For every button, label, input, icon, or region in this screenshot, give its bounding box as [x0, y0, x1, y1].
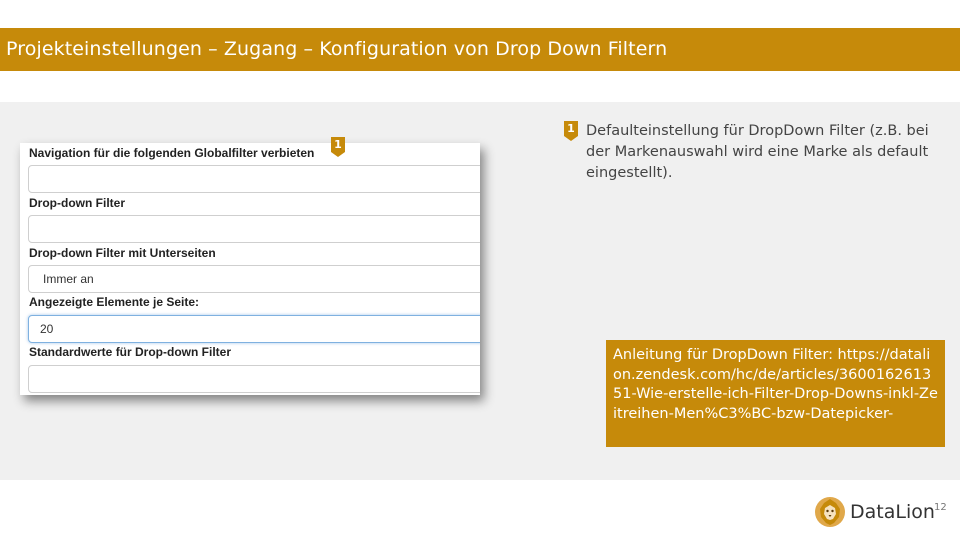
lion-icon — [815, 497, 845, 527]
settings-screenshot: Navigation für die folgenden Globalfilte… — [20, 143, 480, 395]
field-label-globalfilter: Navigation für die folgenden Globalfilte… — [29, 146, 315, 160]
field-label-dropdown-filter: Drop-down Filter — [29, 196, 125, 210]
field-label-dropdown-subpages: Drop-down Filter mit Unterseiten — [29, 246, 216, 260]
marker-1-note: 1 — [564, 121, 578, 141]
default-values-input[interactable] — [28, 365, 480, 393]
slide-title: Projekteinstellungen – Zugang – Konfigur… — [0, 28, 960, 71]
page-number: 12 — [934, 502, 947, 513]
marker-number: 1 — [567, 122, 575, 135]
items-per-page-input[interactable]: 20 — [28, 315, 480, 343]
field-label-default-values: Standardwerte für Drop-down Filter — [29, 345, 232, 359]
marker-1-form: 1 — [331, 137, 345, 157]
guide-link-box[interactable]: Anleitung für DropDown Filter: https://d… — [606, 340, 945, 447]
note-text: Defaulteinstellung für DropDown Filter (… — [586, 123, 929, 181]
globalfilter-input[interactable] — [28, 165, 480, 193]
marker-number: 1 — [334, 138, 342, 151]
field-label-items-per-page: Angezeigte Elemente je Seite: — [29, 295, 200, 309]
dropdown-subpages-select[interactable]: Immer an — [28, 265, 480, 293]
dropdown-filter-input[interactable] — [28, 215, 480, 243]
datalion-logo: DataLion — [814, 495, 935, 529]
logo-wordmark: DataLion — [850, 501, 935, 523]
